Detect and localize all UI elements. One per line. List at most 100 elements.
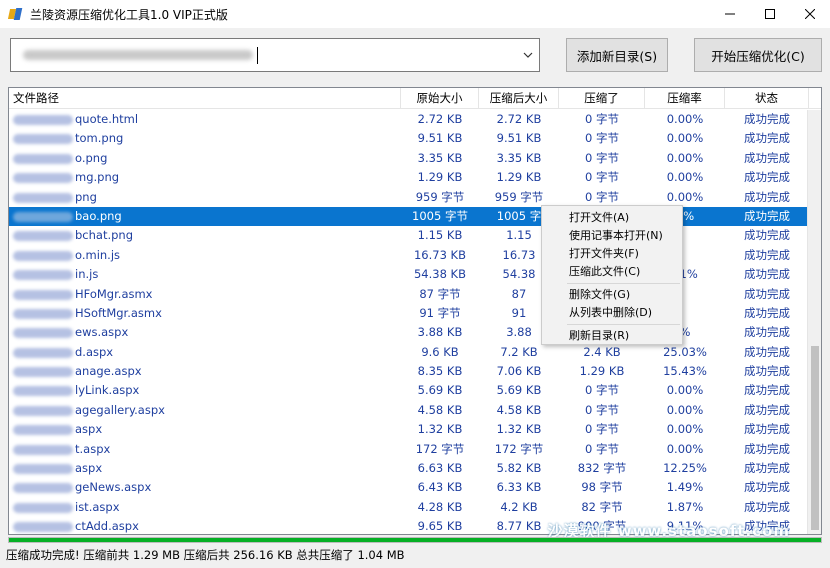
cell-original-size: 1.32 KB xyxy=(417,422,463,437)
table-row[interactable]: ews.aspx 3.88 KB 3.88% 成功完成 xyxy=(9,323,809,342)
column-header-path[interactable]: 文件路径 xyxy=(9,88,401,109)
table-row[interactable]: quote.html 2.72 KB 2.72 KB 0 字节 0.00% 成功完成 xyxy=(9,110,809,129)
cell-path: bao.png xyxy=(9,207,401,226)
cell-path: HSoftMgr.asmx xyxy=(9,304,401,323)
cell-original-size: 9.65 KB xyxy=(417,519,463,534)
path-prefix-redacted xyxy=(13,153,73,164)
table-row[interactable]: HSoftMgr.asmx 91 字节 91 成功完成 xyxy=(9,304,809,323)
cell-status: 成功完成 xyxy=(744,286,790,301)
progress-bar xyxy=(8,537,822,543)
column-header-status[interactable]: 状态 xyxy=(725,88,809,109)
cell-original-size: 959 字节 xyxy=(415,189,465,204)
menu-item-open-folder[interactable]: 打开文件夹(F) xyxy=(542,245,682,263)
text-caret xyxy=(257,47,258,64)
title-bar: 兰陵资源压缩优化工具1.0 VIP正式版 xyxy=(0,0,830,28)
menu-item-delete-file[interactable]: 删除文件(G) xyxy=(542,286,682,304)
cell-saved: 0 字节 xyxy=(585,422,619,437)
cell-status: 成功完成 xyxy=(744,247,790,262)
table-row[interactable]: HFoMgr.asmx 87 字节 87 成功完成 xyxy=(9,285,809,304)
vertical-scrollbar[interactable] xyxy=(807,110,821,534)
cell-original-size: 6.63 KB xyxy=(417,461,463,476)
window-controls xyxy=(710,0,830,28)
path-text: quote.html xyxy=(75,112,139,126)
cell-rate: 0.00% xyxy=(666,150,704,165)
table-row[interactable]: ist.aspx 4.28 KB 4.2 KB 82 字节 1.87% 成功完成 xyxy=(9,498,809,517)
path-text: agegallery.aspx xyxy=(75,402,165,417)
menu-item-refresh-directory[interactable]: 刷新目录(R) xyxy=(542,327,682,345)
app-icon xyxy=(7,7,23,21)
minimize-button[interactable] xyxy=(710,0,750,28)
directory-combo[interactable] xyxy=(10,38,540,72)
maximize-button[interactable] xyxy=(750,0,790,28)
cell-status: 成功完成 xyxy=(744,131,790,146)
cell-status: 成功完成 xyxy=(744,325,790,340)
path-text: aspx xyxy=(75,461,103,476)
cell-original-size: 1.15 KB xyxy=(417,228,463,243)
table-row[interactable]: d.aspx 9.6 KB 7.2 KB 2.4 KB 25.03% 成功完成 xyxy=(9,343,809,362)
cell-status: 成功完成 xyxy=(744,461,790,476)
table-row[interactable]: aspx 6.63 KB 5.82 KB 832 字节 12.25% 成功完成 xyxy=(9,459,809,478)
cell-original-size: 5.69 KB xyxy=(417,383,463,398)
cell-rate: 0.00% xyxy=(666,112,704,126)
table-row[interactable]: t.aspx 172 字节 172 字节 0 字节 0.00% 成功完成 xyxy=(9,440,809,459)
cell-original-size: 1005 字节 xyxy=(412,208,468,223)
scrollbar-thumb[interactable] xyxy=(811,346,819,530)
cell-path: ctAdd.aspx xyxy=(9,517,401,534)
table-row[interactable]: anage.aspx 8.35 KB 7.06 KB 1.29 KB 15.43% 成功完… xyxy=(9,362,809,381)
table-row[interactable]: png 959 字节 959 字节 0 字节 0.00% 成功完成 xyxy=(9,188,809,207)
cell-path: tom.png xyxy=(9,129,401,148)
column-header-saved[interactable]: 压缩了 xyxy=(559,88,645,109)
cell-status: 成功完成 xyxy=(744,499,790,514)
table-row[interactable]: agegallery.aspx 4.58 KB 4.58 KB 0 字节 0.00% 成功… xyxy=(9,401,809,420)
path-text: lyLink.aspx xyxy=(75,383,140,398)
menu-separator xyxy=(567,283,680,284)
cell-saved: 0 字节 xyxy=(585,441,619,456)
cell-saved: 0 字节 xyxy=(585,150,619,165)
directory-path-redacted xyxy=(23,50,253,60)
chevron-down-icon[interactable] xyxy=(523,51,533,59)
cell-status: 成功完成 xyxy=(744,402,790,417)
cell-status: 成功完成 xyxy=(744,112,790,126)
column-header-rate[interactable]: 压缩率 xyxy=(645,88,725,109)
path-prefix-redacted xyxy=(13,483,73,494)
table-row[interactable]: mg.png 1.29 KB 1.29 KB 0 字节 0.00% 成功完成 xyxy=(9,168,809,187)
menu-item-remove-from-list[interactable]: 从列表中删除(D) xyxy=(542,304,682,322)
table-row[interactable]: o.png 3.35 KB 3.35 KB 0 字节 0.00% 成功完成 xyxy=(9,149,809,168)
column-header-original-size[interactable]: 原始大小 xyxy=(401,88,479,109)
status-bar: 压缩成功完成! 压缩前共 1.29 MB 压缩后共 256.16 KB 总共压缩… xyxy=(0,545,830,568)
start-compress-button[interactable]: 开始压缩优化(C) xyxy=(694,38,822,72)
add-directory-button[interactable]: 添加新目录(S) xyxy=(566,38,668,72)
menu-item-open-file[interactable]: 打开文件(A) xyxy=(542,209,682,227)
path-prefix-redacted xyxy=(13,328,73,339)
table-row[interactable]: in.js 54.38 KB 54.38 01% 成功完成 xyxy=(9,265,809,284)
path-prefix-redacted xyxy=(13,464,73,475)
cell-path: anage.aspx xyxy=(9,362,401,381)
cell-status: 成功完成 xyxy=(744,267,790,282)
table-row[interactable]: lyLink.aspx 5.69 KB 5.69 KB 0 字节 0.00% 成功完成 xyxy=(9,381,809,400)
table-row[interactable]: bchat.png 1.15 KB 1.15 成功完成 xyxy=(9,226,809,245)
table-row[interactable]: tom.png 9.51 KB 9.51 KB 0 字节 0.00% 成功完成 xyxy=(9,129,809,148)
path-text: tom.png xyxy=(75,131,124,146)
file-list[interactable]: 文件路径 原始大小 压缩后大小 压缩了 压缩率 状态 quote.html 2.7… xyxy=(8,87,822,535)
menu-item-compress-file[interactable]: 压缩此文件(C) xyxy=(542,263,682,281)
cell-status: 成功完成 xyxy=(744,422,790,437)
cell-saved: 1.29 KB xyxy=(579,364,625,379)
table-row[interactable]: o.min.js 16.73 KB 16.73 成功完成 xyxy=(9,246,809,265)
path-text: bao.png xyxy=(75,208,122,223)
cell-rate: 12.25% xyxy=(663,461,707,476)
table-row[interactable]: geNews.aspx 6.43 KB 6.33 KB 98 字节 1.49% 成功完成 xyxy=(9,478,809,497)
cell-compressed-size: 2.72 KB xyxy=(496,112,542,126)
cell-status: 成功完成 xyxy=(744,208,790,223)
cell-rate: 1.49% xyxy=(666,480,704,495)
menu-item-open-with-notepad[interactable]: 使用记事本打开(N) xyxy=(542,227,682,245)
path-prefix-redacted xyxy=(13,444,73,455)
cell-original-size: 3.35 KB xyxy=(417,150,463,165)
path-text: aspx xyxy=(75,422,103,437)
cell-status: 成功完成 xyxy=(744,383,790,398)
close-button[interactable] xyxy=(790,0,830,28)
path-prefix-redacted xyxy=(13,173,73,184)
column-header-compressed-size[interactable]: 压缩后大小 xyxy=(479,88,559,109)
path-prefix-redacted xyxy=(13,405,73,416)
table-row[interactable]: bao.png 1005 字节 1005 字 0% 成功完成 xyxy=(9,206,809,227)
table-row[interactable]: aspx 1.32 KB 1.32 KB 0 字节 0.00% 成功完成 xyxy=(9,420,809,439)
